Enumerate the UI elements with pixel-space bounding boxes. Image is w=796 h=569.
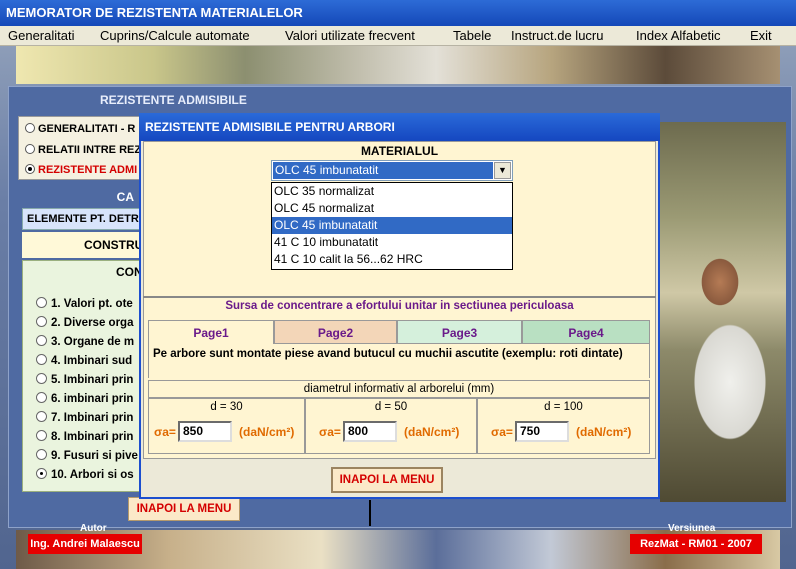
menu-item-tabele[interactable]: Tabele xyxy=(453,28,491,43)
unit-label: (daN/cm²) xyxy=(239,425,295,439)
tab-page3[interactable]: Page3 xyxy=(397,320,522,344)
list-item[interactable]: 4. Imbinari sud xyxy=(36,354,140,367)
radio-icon xyxy=(36,373,47,384)
list-item[interactable]: 6. imbinari prin xyxy=(36,392,140,405)
radio-selected-icon xyxy=(36,468,47,479)
calcule-heading: CA xyxy=(116,190,134,204)
menu-item-exit[interactable]: Exit xyxy=(750,28,772,43)
tab-description: Pe arbore sunt montate piese avand butuc… xyxy=(153,348,623,360)
sigma-input-d30[interactable]: 850 xyxy=(178,421,232,442)
divider xyxy=(369,500,371,526)
radio-icon xyxy=(36,354,47,365)
diameter-label: diametrul informativ al arborelui (mm) xyxy=(148,380,650,398)
menu-item-generalitati[interactable]: Generalitati xyxy=(8,28,74,43)
rezistente-window-title: REZISTENTE ADMISIBILE xyxy=(100,93,247,107)
radio-icon xyxy=(25,144,35,154)
sigma-input-d50[interactable]: 800 xyxy=(343,421,397,442)
material-selected-value[interactable]: OLC 45 imbunatatit xyxy=(273,162,493,179)
material-option[interactable]: OLC 35 normalizat xyxy=(272,183,512,200)
radio-icon xyxy=(36,411,47,422)
unit-label: (daN/cm²) xyxy=(576,425,632,439)
tab-page4[interactable]: Page4 xyxy=(522,320,650,344)
constructii-heading: CONSTRU xyxy=(22,232,142,258)
radio-icon xyxy=(36,392,47,403)
radio-icon xyxy=(36,449,47,460)
engineer-photo xyxy=(660,122,786,502)
sigma-input-d100[interactable]: 750 xyxy=(515,421,569,442)
con-heading: CON xyxy=(116,265,140,279)
tab-page1[interactable]: Page1 xyxy=(148,320,274,344)
sigma-label: σa= xyxy=(154,425,176,439)
section-radio-group: GENERALITATI - R RELATII INTRE REZI REZI… xyxy=(18,116,141,180)
radio-icon xyxy=(36,335,47,346)
unit-label: (daN/cm²) xyxy=(404,425,460,439)
radio-rezistente[interactable]: REZISTENTE ADMI xyxy=(25,164,141,176)
menu-item-index[interactable]: Index Alfabetic xyxy=(636,28,721,43)
chevron-down-icon[interactable]: ▼ xyxy=(494,162,511,179)
author-caption: Autor xyxy=(80,523,107,534)
radio-icon xyxy=(36,316,47,327)
material-option[interactable]: 41 C 10 calit la 56...62 HRC xyxy=(272,251,512,268)
list-item[interactable]: 5. Imbinari prin xyxy=(36,373,140,386)
radio-icon xyxy=(36,297,47,308)
tab-page2[interactable]: Page2 xyxy=(274,320,397,344)
radio-selected-icon xyxy=(25,164,35,174)
elemente-bar: ELEMENTE PT. DETR xyxy=(22,208,142,230)
list-item[interactable]: 3. Organe de m xyxy=(36,335,140,348)
list-item[interactable]: 9. Fusuri si pive xyxy=(36,449,140,462)
material-option-selected[interactable]: OLC 45 imbunatatit xyxy=(272,217,512,234)
list-item[interactable]: 7. Imbinari prin xyxy=(36,411,140,424)
menu-item-valori[interactable]: Valori utilizate frecvent xyxy=(285,28,415,43)
radio-relatii[interactable]: RELATII INTRE REZI xyxy=(25,144,141,156)
diameter-value: d = 30 xyxy=(210,401,243,413)
version-caption: Versiunea xyxy=(668,523,716,534)
radio-generalitati[interactable]: GENERALITATI - R xyxy=(25,123,141,135)
menu-item-cuprins[interactable]: Cuprins/Calcule automate xyxy=(100,28,250,43)
radio-icon xyxy=(25,123,35,133)
sigma-label: σa= xyxy=(319,425,341,439)
material-option[interactable]: 41 C 10 imbunatatit xyxy=(272,234,512,251)
list-item-selected[interactable]: 10. Arbori si os xyxy=(36,468,140,481)
list-item[interactable]: 1. Valori pt. ote xyxy=(36,297,140,310)
diameter-value: d = 50 xyxy=(374,401,408,413)
list-item[interactable]: 2. Diverse orga xyxy=(36,316,140,329)
menu-item-instruct[interactable]: Instruct.de lucru xyxy=(511,28,604,43)
author-badge: Ing. Andrei Malaescu xyxy=(28,534,142,554)
back-menu-button[interactable]: INAPOI LA MENU xyxy=(128,497,240,521)
version-badge: RezMat - RM01 - 2007 xyxy=(630,534,762,554)
diameter-value: d = 100 xyxy=(544,401,583,413)
material-label: MATERIALUL xyxy=(360,144,439,158)
sursa-heading: Sursa de concentrare a efortului unitar … xyxy=(225,300,574,312)
sigma-label: σa= xyxy=(491,425,513,439)
material-option[interactable]: OLC 45 normalizat xyxy=(272,200,512,217)
separator xyxy=(143,296,656,298)
list-item[interactable]: 8. Imbinari prin xyxy=(36,430,140,443)
arbori-dialog-title: REZISTENTE ADMISIBILE PENTRU ARBORI xyxy=(139,113,660,141)
menu-bar: Generalitati Cuprins/Calcule automate Va… xyxy=(0,26,796,46)
dialog-back-menu-button[interactable]: INAPOI LA MENU xyxy=(331,467,443,493)
radio-icon xyxy=(36,430,47,441)
app-title-bar: MEMORATOR DE REZISTENTA MATERIALELOR xyxy=(0,0,796,26)
header-photo xyxy=(16,46,780,84)
